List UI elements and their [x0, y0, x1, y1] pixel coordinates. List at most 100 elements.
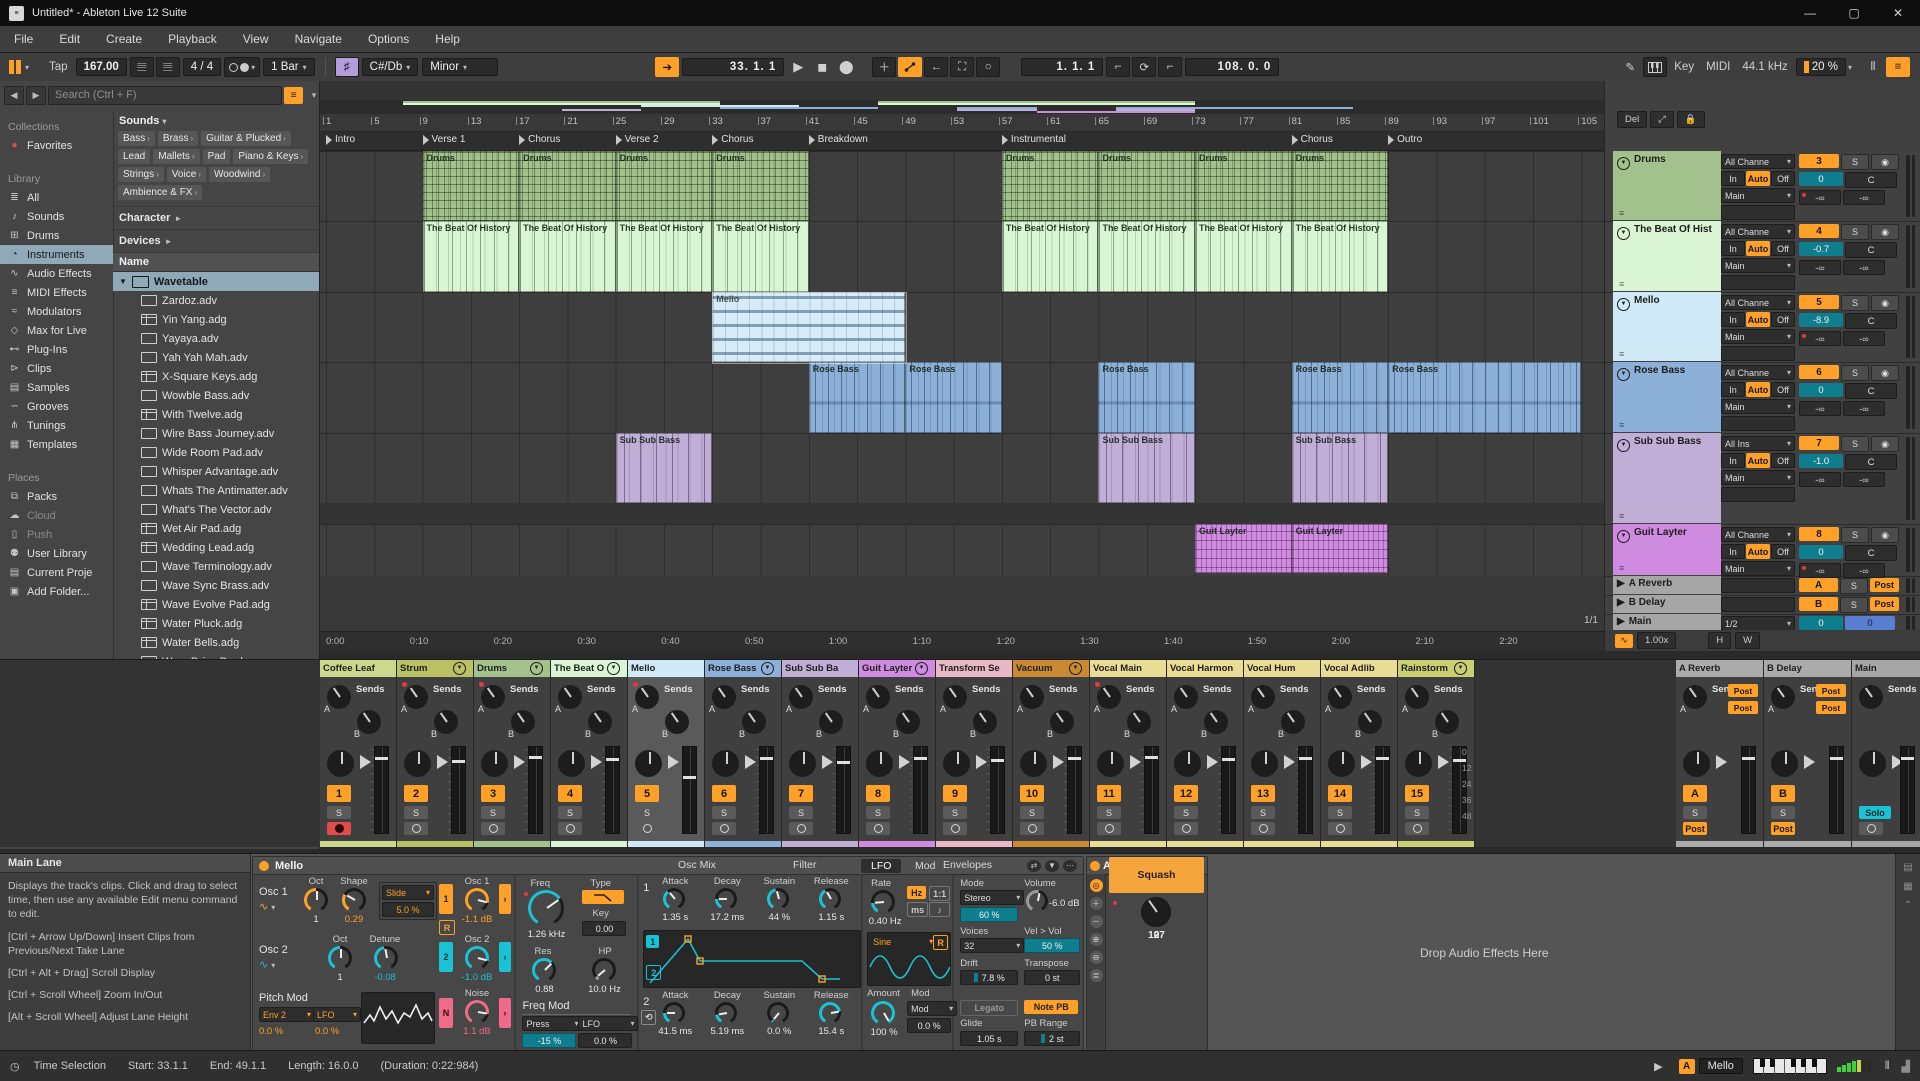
filter-chip[interactable]: Piano & Keys›: [233, 149, 308, 164]
return-name-cell[interactable]: ▶B Delay: [1613, 595, 1721, 613]
mixer-strip-name[interactable]: Drums▼: [474, 660, 550, 677]
pan-knob[interactable]: [712, 750, 739, 777]
track-arm-button[interactable]: ◉: [1871, 224, 1899, 240]
metronome-button[interactable]: ▾: [224, 57, 260, 77]
link-icon[interactable]: [9, 60, 21, 74]
freq-mod-amt1-field[interactable]: -15 %: [522, 1033, 576, 1048]
send-a-knob[interactable]: [789, 685, 813, 709]
arrangement-clip[interactable]: Drums: [1292, 151, 1389, 221]
mixer-strip-name[interactable]: Strum▼: [397, 660, 473, 677]
send-b-knob[interactable]: [1050, 710, 1074, 734]
strip-solo-button[interactable]: S: [1405, 806, 1429, 819]
device-options-icon[interactable]: ⋯: [1063, 860, 1077, 872]
monitor-in-button[interactable]: In: [1721, 241, 1745, 256]
strip-fold-icon[interactable]: ▼: [1454, 662, 1467, 675]
send-b-knob[interactable]: [1281, 710, 1305, 734]
browser-list-item[interactable]: Wave Terminology.adv: [113, 557, 319, 576]
monitor-auto-button[interactable]: Auto: [1746, 544, 1770, 559]
hot-swap-icon[interactable]: ⇄: [1027, 860, 1041, 872]
key-root-menu[interactable]: C#/Db▾: [362, 58, 419, 76]
sidebar-library-item[interactable]: ≡ MIDI Effects: [0, 283, 113, 302]
osc1-gain-knob[interactable]: [465, 888, 489, 912]
device-title[interactable]: Mello: [275, 860, 303, 872]
fader-cap[interactable]: [452, 760, 465, 763]
return-fader[interactable]: [1741, 746, 1756, 834]
mixer-strip-name[interactable]: Vocal Harmon▼: [1167, 660, 1243, 677]
send-b-knob[interactable]: [357, 710, 381, 734]
nudge-down-button[interactable]: 𝄙: [130, 57, 154, 77]
track-fold-icon[interactable]: ▼: [1617, 530, 1630, 543]
track-fold-icon[interactable]: ▼: [1617, 439, 1630, 452]
browser-list-item[interactable]: Yah Yah Mah.adv: [113, 348, 319, 367]
browser-list-item[interactable]: Wowble Bass.adv: [113, 386, 319, 405]
send-a-field[interactable]: -∞: [1799, 260, 1841, 275]
send-b-field[interactable]: -∞: [1843, 260, 1885, 275]
strip-activator[interactable]: 3: [481, 785, 505, 802]
osc2-gain-knob[interactable]: [465, 946, 489, 970]
strip-solo-button[interactable]: S: [789, 806, 813, 819]
punch-in-button[interactable]: ⌐: [1106, 57, 1130, 77]
main-volume-field[interactable]: 0: [1799, 616, 1843, 630]
arrangement-clip[interactable]: The Beat Of History: [1195, 221, 1292, 292]
pan-knob[interactable]: [481, 750, 508, 777]
browser-list-item[interactable]: What's The Vector.adv: [113, 500, 319, 519]
strip-activator[interactable]: 10: [1020, 785, 1044, 802]
strip-arm-button[interactable]: [789, 822, 813, 835]
mixer-strip-name[interactable]: Rose Bass▼: [705, 660, 781, 677]
browser-list-item[interactable]: Whisper Advantage.adv: [113, 462, 319, 481]
minimize-button[interactable]: —: [1788, 0, 1832, 26]
strip-arm-button[interactable]: [866, 822, 890, 835]
strip-arm-button[interactable]: [712, 822, 736, 835]
mode-menu[interactable]: Stereo▾: [960, 890, 1024, 905]
input-routing-menu[interactable]: All Ins▾: [1721, 436, 1795, 451]
arrangement-clip[interactable]: Drums: [423, 151, 520, 221]
strip-arm-button[interactable]: [404, 822, 428, 835]
browser-forward-button[interactable]: ▶: [26, 86, 46, 105]
audio-effect-rack[interactable]: A... R M ⇄ ▼ ⋯ ◎ ＋ － ⊕ ⊖ ≣ Angry Bees: [1086, 856, 1208, 1051]
monitor-off-button[interactable]: Off: [1771, 241, 1795, 256]
main-output-menu[interactable]: 1/2▾: [1721, 616, 1795, 631]
send-a-field[interactable]: -∞: [1799, 472, 1841, 487]
volume-fader[interactable]: [528, 746, 543, 834]
track-fold-icon[interactable]: ▼: [1617, 298, 1630, 311]
time-ruler[interactable]: 0:000:100:200:300:400:501:001:101:201:30…: [320, 631, 1604, 651]
env2-decay-knob[interactable]: [715, 1002, 737, 1024]
fader-cap[interactable]: [1222, 758, 1235, 761]
strip-activator[interactable]: 13: [1251, 785, 1275, 802]
track-grip-icon[interactable]: ≡: [1619, 208, 1624, 218]
strip-solo-button[interactable]: S: [558, 806, 582, 819]
fader-cap[interactable]: [991, 759, 1004, 762]
clip-view-toggle-icon[interactable]: ▤: [1903, 862, 1912, 873]
lfo-rate-knob[interactable]: [871, 890, 895, 914]
strip-activator[interactable]: 6: [712, 785, 736, 802]
strip-solo-button[interactable]: S: [866, 806, 890, 819]
strip-arm-button[interactable]: [1174, 822, 1198, 835]
sidebar-library-item[interactable]: ≣ All: [0, 188, 113, 207]
filter-chip[interactable]: Voice›: [167, 167, 206, 182]
env1-sustain-knob[interactable]: [767, 888, 789, 910]
return-send-a-knob[interactable]: [1771, 685, 1795, 709]
osc1-wave-menu[interactable]: ∿ ▾: [259, 900, 275, 913]
filter-chip[interactable]: Woodwind›: [209, 167, 270, 182]
strip-solo-button[interactable]: S: [635, 806, 659, 819]
strip-fold-icon[interactable]: ▼: [453, 662, 466, 675]
sidebar-library-item[interactable]: ∽ Grooves: [0, 397, 113, 416]
pan-knob[interactable]: [1328, 750, 1355, 777]
stop-button[interactable]: ◼: [811, 58, 833, 76]
env1-decay-knob[interactable]: [715, 888, 737, 910]
pan-knob[interactable]: [635, 750, 662, 777]
output-routing-menu[interactable]: Main▾: [1721, 258, 1795, 273]
maximize-button[interactable]: ▢: [1832, 0, 1876, 26]
track-name-cell[interactable]: ▼Mello ≡: [1613, 292, 1721, 361]
main-name-cell[interactable]: ▶Main: [1613, 614, 1721, 631]
return-fader[interactable]: [1829, 746, 1844, 834]
play-button[interactable]: ▶: [787, 58, 809, 76]
fader-cap[interactable]: [1376, 757, 1389, 760]
key-scale-icon[interactable]: ♯: [335, 57, 359, 77]
strip-solo-button[interactable]: S: [1328, 806, 1352, 819]
osc2-on-button[interactable]: 2: [439, 942, 453, 972]
track-arm-button[interactable]: ◉: [1871, 527, 1899, 543]
output-routing-menu[interactable]: Main▾: [1721, 188, 1795, 203]
send-b-knob[interactable]: [1358, 710, 1382, 734]
browser-back-button[interactable]: ◀: [4, 86, 24, 105]
